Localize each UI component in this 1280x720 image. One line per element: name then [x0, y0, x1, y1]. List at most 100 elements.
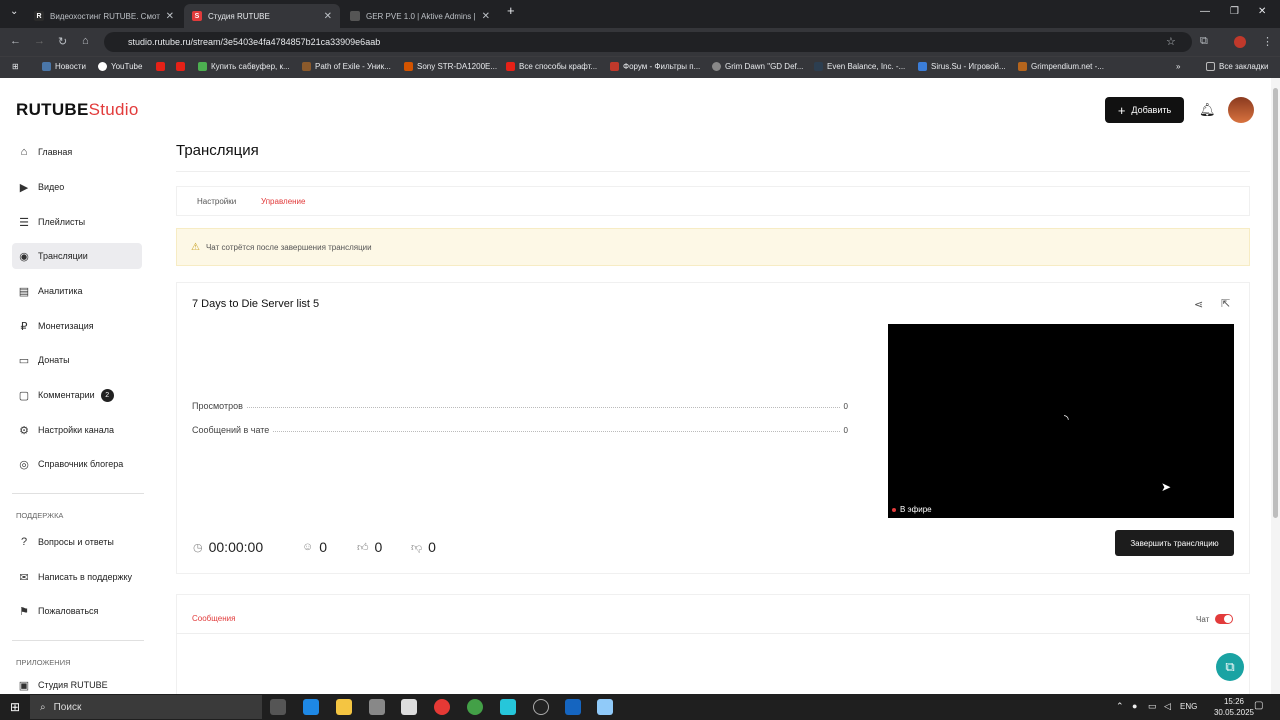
forward-icon[interactable]: → [34, 35, 45, 47]
task-view-icon[interactable] [270, 699, 286, 715]
bookmark-grimpendium[interactable]: Grimpendium.net -... [1018, 62, 1104, 71]
rutube-favicon-icon: R [34, 11, 44, 21]
sidebar-item-monetization[interactable]: ₽ Монетизация [12, 313, 142, 339]
notifications-center-icon[interactable]: ▢ [1254, 700, 1263, 711]
analytics-icon: ▤ [18, 285, 30, 298]
taskbar-search[interactable]: ⌕ Поиск [30, 695, 262, 719]
sidebar-divider [12, 493, 144, 494]
browser-tab-studio[interactable]: S Студия RUTUBE ✕ [184, 4, 340, 28]
bookmark-youtube-icon-only[interactable] [156, 62, 169, 71]
profile-avatar-icon[interactable] [1234, 36, 1246, 48]
app-cyan-icon[interactable] [500, 699, 516, 715]
bookmark-star-icon[interactable]: ☆ [1166, 35, 1176, 48]
likes-counter: 👍︎ 0 [357, 539, 383, 555]
volume-icon[interactable]: ◁ [1164, 701, 1171, 712]
close-window-icon[interactable]: ✕ [1258, 6, 1266, 17]
chrome-alt-icon[interactable] [467, 699, 483, 715]
close-tab-icon[interactable]: ✕ [324, 11, 332, 22]
chrome-icon[interactable] [434, 699, 450, 715]
home-icon[interactable]: ⌂ [82, 35, 89, 47]
microphone-icon[interactable]: ● [1132, 701, 1137, 711]
more-bookmarks-icon[interactable]: » [1176, 62, 1180, 71]
bookmark-even-balance[interactable]: Even Balance, Inc. -... [814, 62, 905, 71]
scrollbar-thumb[interactable] [1273, 88, 1278, 518]
add-button[interactable]: + Добавить [1105, 97, 1184, 123]
bookmark-novosti[interactable]: Новости [42, 62, 86, 71]
bookmark-craft[interactable]: Все способы крафт... [506, 62, 597, 71]
user-avatar[interactable] [1228, 97, 1254, 123]
notepad-icon[interactable] [597, 699, 613, 715]
end-stream-button[interactable]: Завершить трансляцию [1115, 530, 1234, 556]
mail-app-icon[interactable] [401, 699, 417, 715]
donate-icon: ▭ [18, 354, 30, 367]
share-icon[interactable]: ⋖ [1194, 298, 1203, 311]
notifications-bell-icon[interactable]: 🔔︎ [1199, 102, 1216, 118]
flag-icon: ⚑ [19, 605, 29, 618]
tab-title: GER PVE 1.0 | Aktive Admins | [366, 11, 476, 21]
bookmark-path-of-exile[interactable]: Path of Exile - Уник... [302, 62, 391, 71]
sidebar-item-analytics[interactable]: ▤ Аналитика [12, 278, 142, 304]
file-explorer-icon[interactable] [336, 699, 352, 715]
tab-messages[interactable]: Сообщения [192, 614, 235, 623]
warning-text: Чат сотрётся после завершения трансляции [205, 242, 372, 252]
taskbar-clock[interactable]: 15:26 30.05.2025 [1214, 696, 1254, 718]
sidebar-item-video[interactable]: ▶ Видео [12, 174, 142, 200]
language-indicator[interactable]: ENG [1180, 702, 1197, 711]
extensions-icon[interactable]: ⧉ [1200, 35, 1208, 48]
reload-icon[interactable]: ↻ [58, 35, 67, 48]
duration-counter: ◷ 00:00:00 [193, 539, 264, 555]
windows-start-icon[interactable]: ⊞ [10, 700, 20, 714]
browser-menu-icon[interactable]: ⋮ [1262, 35, 1273, 48]
page-title: Трансляция [176, 142, 259, 159]
sidebar-item-complain[interactable]: ⚑ Пожаловаться [12, 598, 142, 624]
apps-grid-icon[interactable]: ⊞ [12, 62, 19, 71]
all-bookmarks[interactable]: Все закладки [1206, 62, 1268, 71]
youtube-icon [506, 62, 515, 71]
sidebar-item-donations[interactable]: ▭ Донаты [12, 347, 142, 373]
sidebar-item-broadcasts[interactable]: ◉ Трансляции [12, 243, 142, 269]
bookmark-youtube-2[interactable] [176, 62, 189, 71]
minimize-icon[interactable]: — [1200, 6, 1210, 17]
maximize-icon[interactable]: ❐ [1230, 6, 1239, 17]
page-favicon-icon [350, 11, 360, 21]
sidebar-item-playlists[interactable]: ☰ Плейлисты [12, 209, 142, 235]
back-icon[interactable]: ← [10, 35, 21, 47]
tab-settings[interactable]: Настройки [197, 197, 236, 206]
bookmark-grim-dawn[interactable]: Grim Dawn "GD Def... [712, 62, 803, 71]
store-icon[interactable] [369, 699, 385, 715]
steam-icon[interactable] [565, 699, 581, 715]
new-tab-icon[interactable]: + [507, 3, 515, 18]
stream-preview-player[interactable]: ◝ ➤ [888, 324, 1234, 518]
tab-management[interactable]: Управление [261, 197, 305, 206]
chat-toggle[interactable] [1215, 614, 1234, 624]
app-icon: ▣ [18, 679, 30, 692]
sidebar-item-comments[interactable]: ▢ Комментарии 2 [12, 382, 142, 408]
bookmark-youtube[interactable]: YouTube [98, 62, 142, 71]
network-icon[interactable]: ▭ [1148, 701, 1157, 712]
sidebar-item-channel-settings[interactable]: ⚙ Настройки канала [12, 417, 142, 443]
close-tab-icon[interactable]: ✕ [166, 11, 174, 22]
bookmark-sirus[interactable]: Sirus.Su - Игровой... [918, 62, 1006, 71]
browser-tab-rutube[interactable]: R Видеохостинг RUTUBE. Смотр ✕ [26, 4, 182, 28]
url-text: studio.rutube.ru/stream/3e5403e4fa478485… [128, 37, 381, 47]
support-chat-icon[interactable]: ⧉ [1216, 653, 1244, 681]
sidebar-item-faq[interactable]: ? Вопросы и ответы [12, 529, 142, 555]
bookmark-subwoofer[interactable]: Купить сабвуфер, к... [198, 62, 290, 71]
edge-icon[interactable] [303, 699, 319, 715]
url-input[interactable]: studio.rutube.ru/stream/3e5403e4fa478485… [104, 32, 1192, 52]
sidebar-item-home[interactable]: ⌂ Главная [12, 139, 142, 165]
browser-tab-ger-pve[interactable]: GER PVE 1.0 | Aktive Admins | ✕ [342, 4, 498, 28]
open-external-icon[interactable]: ⇱ [1221, 297, 1230, 310]
obs-icon[interactable] [533, 699, 549, 715]
rutube-studio-logo[interactable]: RUTUBEStudio [16, 100, 139, 120]
bookmark-forum[interactable]: Форум - Фильтры п... [610, 62, 700, 71]
tab-search-icon[interactable]: ⌄ [10, 6, 18, 17]
close-tab-icon[interactable]: ✕ [482, 11, 490, 22]
sidebar-item-blogger-guide[interactable]: ◎ Справочник блогера [12, 451, 142, 477]
tray-overflow-icon[interactable]: ⌃ [1116, 701, 1124, 712]
clock-icon: ◷ [193, 541, 203, 554]
sidebar-item-studio-app[interactable]: ▣ Студия RUTUBE [12, 677, 142, 693]
sidebar-item-write-support[interactable]: ✉ Написать в поддержку [12, 564, 142, 590]
bookmark-sony[interactable]: Sony STR-DA1200E... [404, 62, 497, 71]
tab-title: Студия RUTUBE [208, 11, 270, 21]
